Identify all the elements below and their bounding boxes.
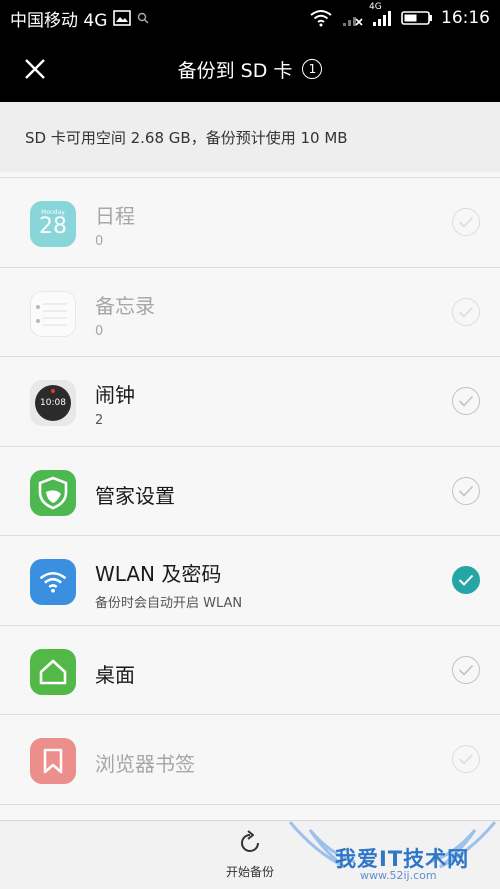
- item-title: 备忘录: [95, 293, 155, 318]
- item-title: 浏览器书签: [95, 752, 195, 776]
- item-subtitle: 0: [95, 234, 104, 249]
- check-icon: [458, 485, 474, 497]
- notepad-icon: [30, 290, 76, 337]
- item-subtitle: 0: [95, 323, 104, 339]
- check-icon: [458, 306, 474, 318]
- carrier-label: 中国移动 4G: [10, 10, 108, 31]
- count-badge: 1: [302, 59, 323, 79]
- home-icon: [30, 648, 76, 695]
- list-item-bookmarks[interactable]: 浏览器书签: [0, 715, 500, 805]
- calendar-icon-date: 28: [39, 213, 67, 239]
- item-title: 管家设置: [95, 483, 175, 508]
- item-checkbox[interactable]: [452, 208, 480, 236]
- item-title: 桌面: [95, 662, 135, 687]
- image-icon: [113, 10, 132, 26]
- clock-icon: 10:08: [30, 380, 76, 426]
- item-checkbox[interactable]: [452, 387, 480, 415]
- item-title: 闹钟: [95, 383, 135, 407]
- item-subtitle: 2: [95, 413, 104, 428]
- battery-icon: [401, 10, 433, 26]
- list-item-clock[interactable]: 10:08 闹钟 2: [0, 357, 500, 447]
- list-item-notepad[interactable]: 备忘录 0: [0, 268, 500, 357]
- list-item-desktop[interactable]: 桌面: [0, 626, 500, 715]
- title-bar: 备份到 SD 卡 1: [0, 36, 500, 102]
- status-bar: 中国移动 4G 4G 16:16: [0, 0, 500, 36]
- network-badge: 4G: [369, 2, 382, 12]
- check-icon: [458, 395, 474, 407]
- item-subtitle: 备份时会自动开启 WLAN: [95, 596, 243, 611]
- item-title: 日程: [95, 204, 135, 228]
- item-checkbox[interactable]: [452, 655, 480, 684]
- refresh-icon: [241, 830, 259, 852]
- item-checkbox[interactable]: [452, 476, 480, 505]
- item-title: WLAN 及密码: [95, 562, 222, 586]
- shield-icon: [30, 469, 76, 516]
- storage-info: SD 卡可用空间 2.68 GB，备份预计使用 10 MB: [0, 102, 500, 172]
- search-icon: [137, 12, 149, 24]
- watermark-url: www.52ij.com: [360, 869, 437, 882]
- backup-item-list[interactable]: Monday 28 日程 0 备忘录 0 10:08 闹钟 2 管家设置 WLA…: [0, 172, 500, 820]
- wifi-icon: [309, 9, 333, 27]
- start-backup-label: 开始备份: [225, 865, 274, 879]
- signal-icon: 4G: [369, 2, 393, 27]
- page-title: 备份到 SD 卡: [177, 59, 293, 82]
- clock-icon-time: 10:08: [40, 398, 66, 408]
- start-backup-button[interactable]: 开始备份: [215, 829, 285, 885]
- check-icon: [458, 664, 474, 676]
- no-signal-icon: [341, 9, 363, 27]
- item-checkbox[interactable]: [452, 566, 480, 594]
- close-icon: [25, 59, 45, 79]
- check-icon: [458, 216, 474, 228]
- close-button[interactable]: [18, 55, 52, 83]
- calendar-icon: Monday 28: [30, 201, 76, 247]
- item-checkbox[interactable]: [452, 297, 480, 326]
- bookmark-icon: [30, 738, 76, 784]
- check-icon: [458, 574, 474, 586]
- item-checkbox[interactable]: [452, 745, 480, 773]
- clock-time: 16:16: [441, 8, 490, 28]
- check-icon: [458, 753, 474, 765]
- list-item-manager-settings[interactable]: 管家设置: [0, 447, 500, 536]
- list-item-wlan[interactable]: WLAN 及密码 备份时会自动开启 WLAN: [0, 536, 500, 626]
- list-item-calendar[interactable]: Monday 28 日程 0: [0, 178, 500, 268]
- wifi-icon: [30, 559, 76, 605]
